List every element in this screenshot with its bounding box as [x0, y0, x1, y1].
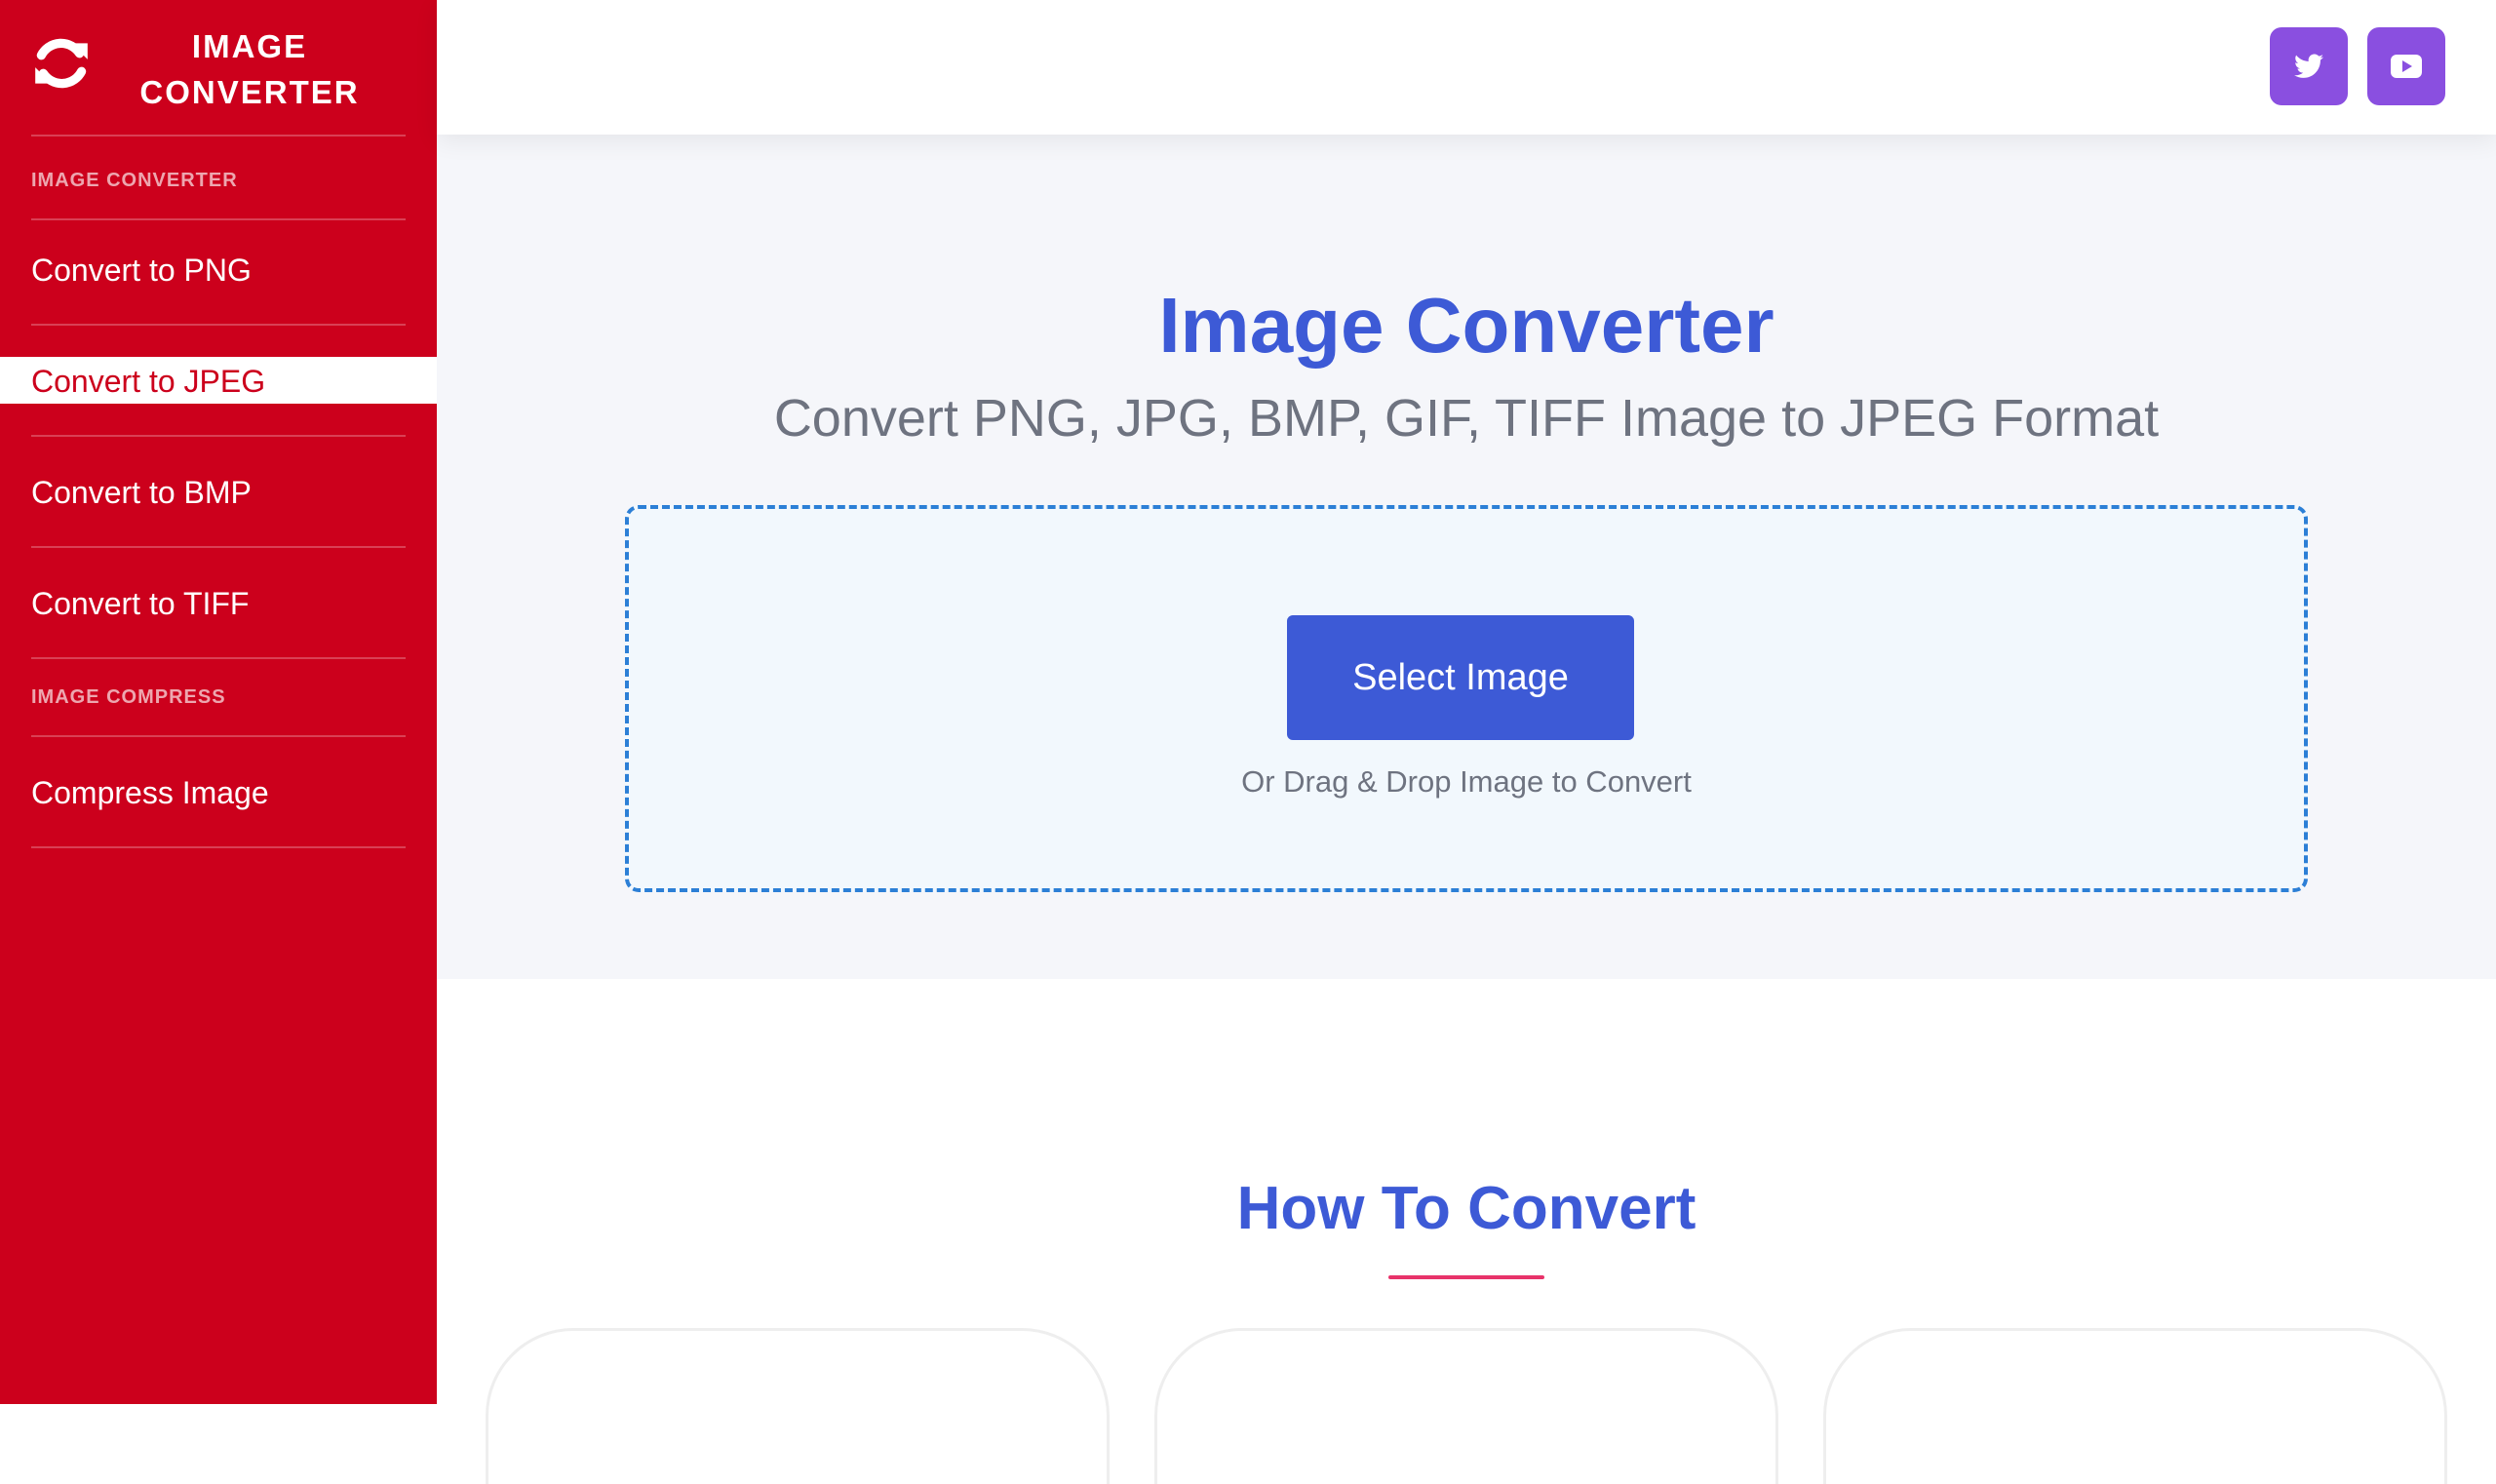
sidebar-item-label: Convert to JPEG [31, 363, 266, 399]
twitter-button[interactable] [2270, 27, 2348, 105]
page-title: Image Converter [1158, 282, 1774, 369]
sidebar-item-convert-to-tiff[interactable]: Convert to TIFF [0, 548, 437, 659]
youtube-icon [2391, 55, 2422, 78]
step-card-3 [1823, 1328, 2447, 1484]
sidebar-item-convert-to-png[interactable]: Convert to PNG [0, 215, 437, 326]
brand-line-2: CONVERTER [139, 74, 360, 110]
section-header-image-converter: IMAGE CONVERTER [31, 142, 406, 220]
image-dropzone[interactable]: Select Image Or Drag & Drop Image to Con… [625, 505, 2308, 892]
sidebar-item-label: Convert to TIFF [31, 585, 250, 621]
how-to-title: How To Convert [1236, 1175, 1696, 1242]
sidebar-item-convert-to-bmp[interactable]: Convert to BMP [0, 437, 437, 548]
brand-divider [31, 135, 406, 137]
brand[interactable]: IMAGE CONVERTER [0, 0, 437, 135]
sidebar-item-label: Convert to PNG [31, 252, 252, 288]
sidebar: IMAGE CONVERTER IMAGE CONVERTER Convert … [0, 0, 437, 1404]
step-card-2 [1154, 1328, 1778, 1484]
drag-drop-hint: Or Drag & Drop Image to Convert [1241, 764, 1692, 799]
title-underline [1388, 1275, 1544, 1279]
sidebar-item-compress-image[interactable]: Compress Image [0, 737, 437, 848]
page-subtitle: Convert PNG, JPG, BMP, GIF, TIFF Image t… [773, 389, 2160, 448]
youtube-button[interactable] [2367, 27, 2445, 105]
how-to-section: How To Convert [437, 979, 2496, 1484]
sidebar-item-convert-to-jpeg[interactable]: Convert to JPEG [0, 326, 437, 437]
sidebar-item-label: Convert to BMP [31, 474, 252, 510]
select-image-button[interactable]: Select Image [1287, 615, 1634, 740]
divider [31, 846, 406, 848]
brand-line-1: IMAGE [191, 28, 308, 64]
hero-section: Image Converter Convert PNG, JPG, BMP, G… [437, 135, 2496, 979]
top-bar [437, 0, 2496, 135]
step-card-1 [486, 1328, 1110, 1484]
section-header-image-compress: IMAGE COMPRESS [31, 659, 406, 737]
twitter-icon [2294, 54, 2323, 78]
sidebar-item-label: Compress Image [31, 774, 269, 810]
brand-title: IMAGE CONVERTER [117, 23, 382, 115]
refresh-icon [35, 38, 88, 89]
